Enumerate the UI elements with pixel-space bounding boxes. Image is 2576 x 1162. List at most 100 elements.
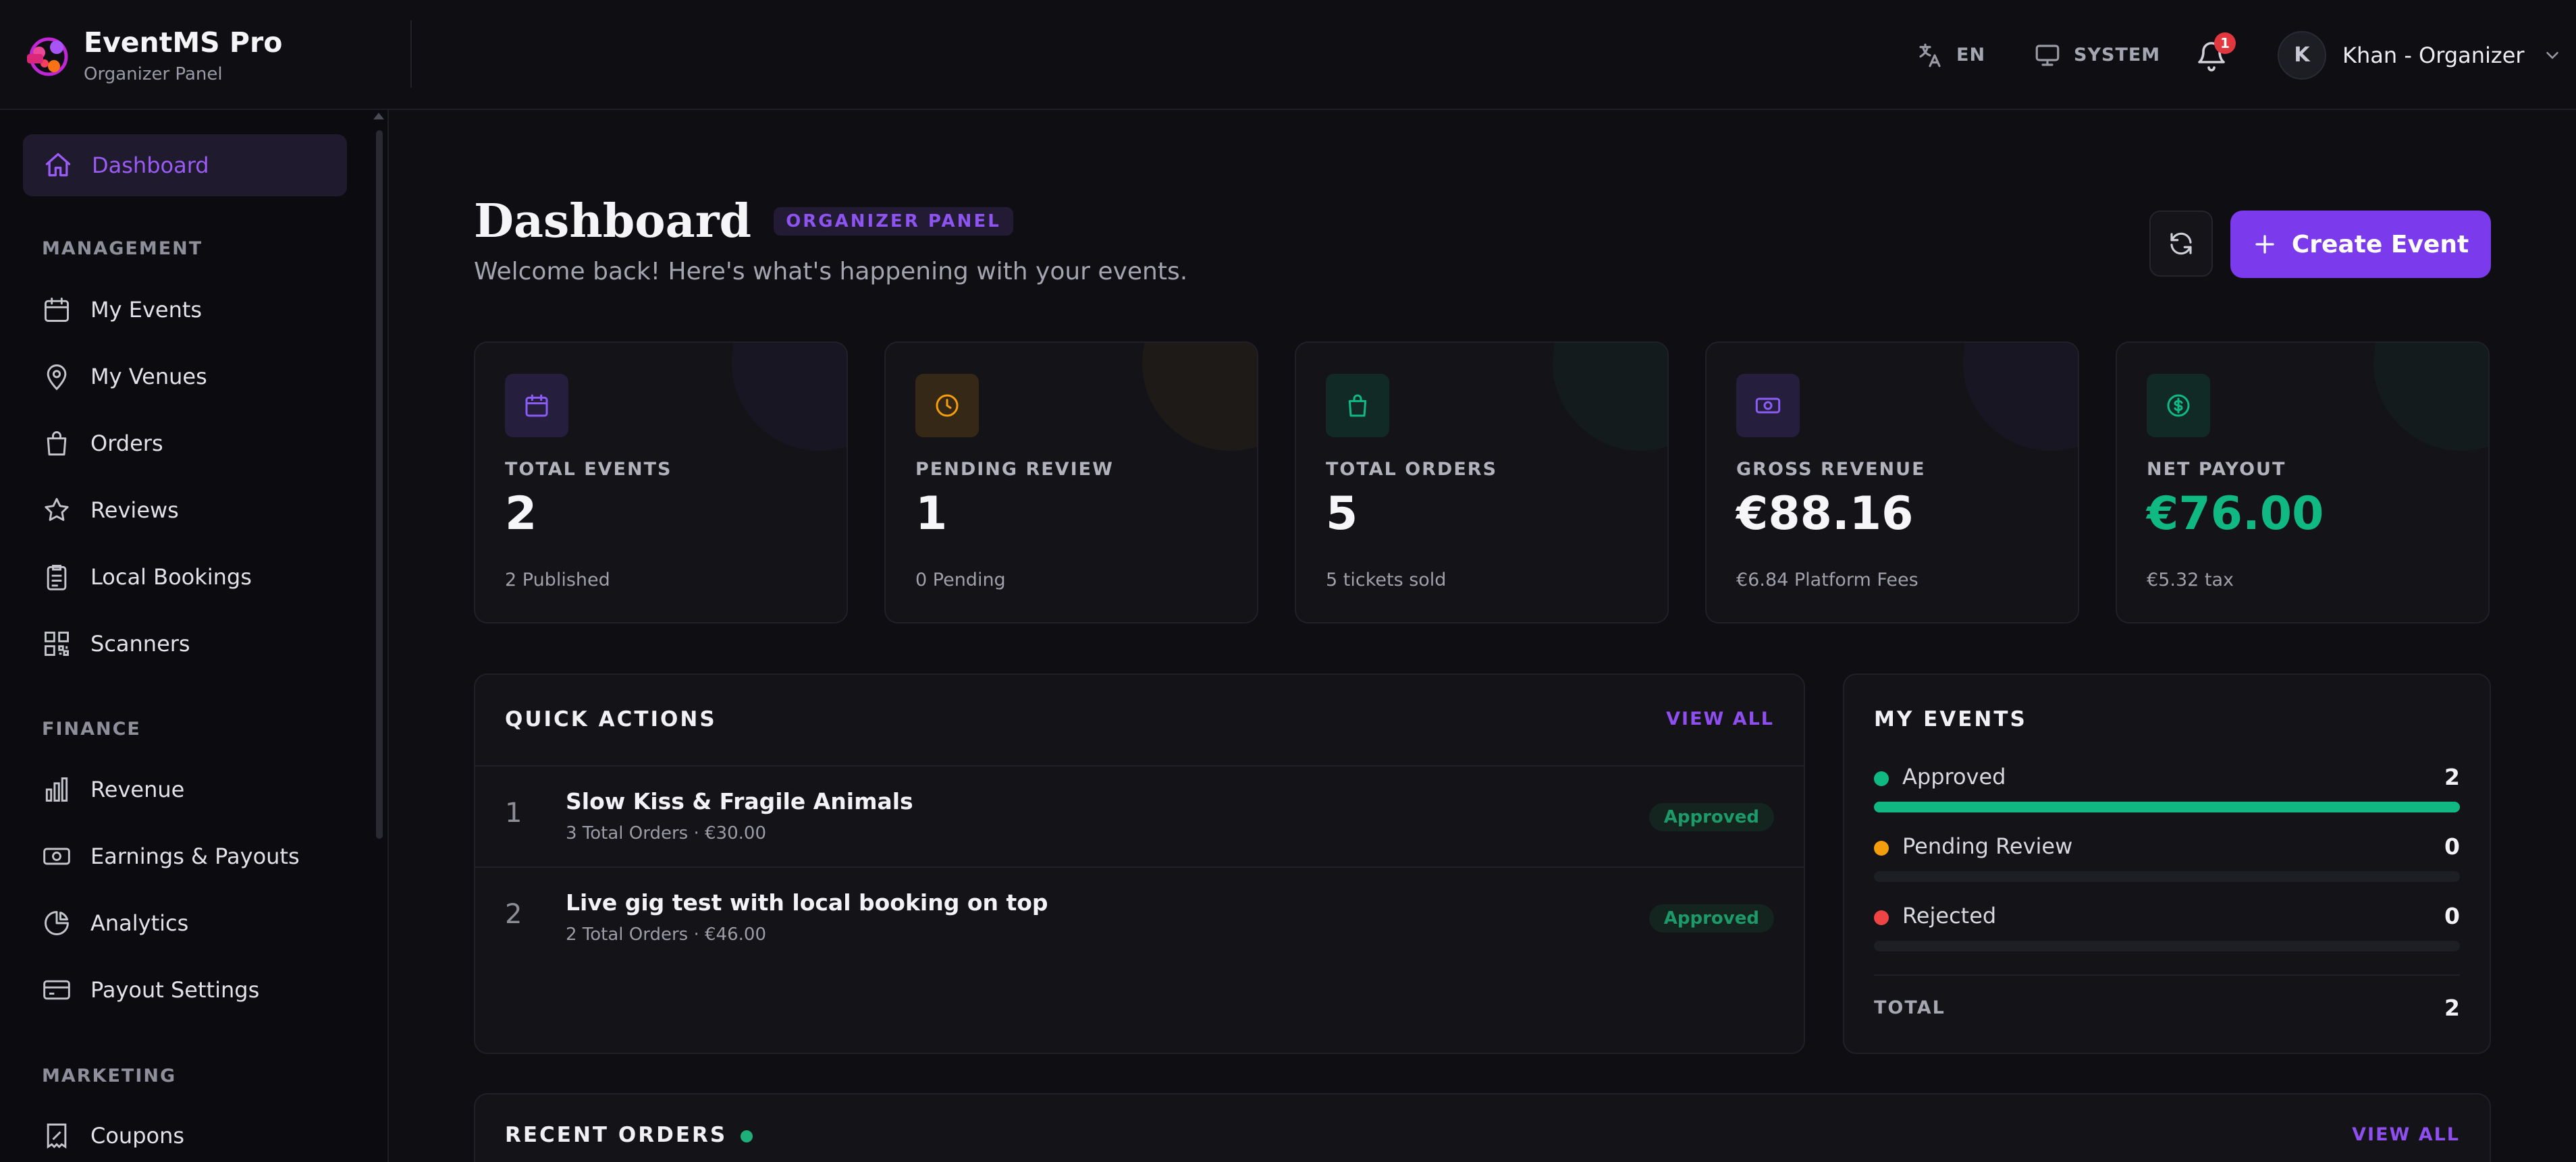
brand[interactable]: EventMS Pro Organizer Panel [24, 26, 282, 86]
status-count: 0 [2444, 833, 2460, 860]
stat-card-total-events[interactable]: TOTAL EVENTS 2 2 Published [474, 341, 848, 624]
app-title: EventMS Pro [84, 26, 283, 59]
credit-card-icon [43, 980, 70, 1000]
avatar: K [2278, 30, 2326, 80]
divider [410, 20, 412, 88]
receipt-icon [47, 1124, 67, 1149]
sidebar-item-revenue[interactable]: Revenue [42, 769, 184, 810]
create-event-button[interactable]: Create Event [2230, 211, 2491, 278]
sidebar-item-analytics[interactable]: Analytics [42, 903, 188, 943]
stat-card-pending-review[interactable]: PENDING REVIEW 1 0 Pending [884, 341, 1258, 624]
stat-icon-box [1326, 374, 1389, 437]
scrollbar-thumb[interactable] [376, 130, 383, 839]
stat-sub: 0 Pending [915, 570, 1006, 590]
sidebar-item-label: Reviews [90, 497, 179, 523]
top-bar: EventMS Pro Organizer Panel EN SYSTEM 1 … [0, 0, 2576, 110]
sidebar-item-my-venues[interactable]: My Venues [42, 356, 207, 397]
my-events-panel: MY EVENTS Approved 2 Pending Review 0 Re… [1843, 673, 2491, 1054]
stat-value: €76.00 [2147, 487, 2324, 541]
refresh-icon [2170, 232, 2192, 255]
user-name: Khan - Organizer [2342, 42, 2525, 68]
status-dot [1874, 841, 1889, 856]
stat-card-net-payout[interactable]: NET PAYOUT €76.00 €5.32 tax [2116, 341, 2490, 624]
view-all-link[interactable]: VIEW ALL [1666, 709, 1774, 729]
card-decoration [732, 343, 847, 451]
sidebar-item-my-events[interactable]: My Events [42, 289, 202, 330]
sidebar-item-label: Revenue [90, 777, 185, 802]
stat-label: GROSS REVENUE [1736, 459, 1926, 480]
event-title: Slow Kiss & Fragile Animals [566, 788, 913, 814]
status-row-approved[interactable]: Approved 2 [1874, 764, 2460, 818]
status-badge: Approved [1648, 904, 1774, 933]
sidebar-item-coupons[interactable]: Coupons [42, 1115, 184, 1156]
sidebar-item-label: Scanners [90, 631, 190, 657]
sidebar-item-label: Local Bookings [90, 564, 252, 590]
panel-title: RECENT ORDERS [505, 1123, 728, 1147]
sidebar-item-dashboard[interactable]: Dashboard [23, 134, 347, 196]
stat-card-total-orders[interactable]: TOTAL ORDERS 5 5 tickets sold [1295, 341, 1669, 624]
monitor-icon [2035, 44, 2060, 66]
sidebar-item-orders[interactable]: Orders [42, 423, 163, 464]
sidebar-item-label: Coupons [90, 1123, 185, 1149]
user-menu[interactable]: K Khan - Organizer [2278, 0, 2562, 110]
divider [475, 765, 1804, 767]
stat-value: €88.16 [1736, 487, 1914, 541]
stat-value: 1 [915, 487, 948, 541]
panel-title: QUICK ACTIONS [505, 707, 717, 731]
stat-card-gross-revenue[interactable]: GROSS REVENUE €88.16 €6.84 Platform Fees [1705, 341, 2079, 624]
qr-code-icon [45, 632, 69, 656]
status-count: 2 [2444, 764, 2460, 790]
clipboard-icon [47, 565, 67, 590]
total-label: TOTAL [1874, 997, 1946, 1018]
stat-icon-box [2147, 374, 2210, 437]
shopping-bag-icon [47, 431, 67, 455]
refresh-button[interactable] [2149, 211, 2213, 277]
panel-title-wrap: RECENT ORDERS [505, 1123, 753, 1147]
panel-title: MY EVENTS [1874, 707, 2027, 731]
status-row-pending[interactable]: Pending Review 0 [1874, 833, 2460, 887]
notifications-button[interactable]: 1 [2195, 0, 2236, 110]
status-row-rejected[interactable]: Rejected 0 [1874, 903, 2460, 957]
clock-icon [936, 394, 959, 417]
progress-fill [1874, 802, 2460, 812]
sidebar-item-label: Payout Settings [90, 977, 260, 1003]
sidebar-item-reviews[interactable]: Reviews [42, 490, 179, 530]
home-icon [45, 153, 71, 177]
notification-badge: 1 [2214, 32, 2236, 54]
section-management: MANAGEMENT [42, 238, 203, 259]
sidebar-item-local-bookings[interactable]: Local Bookings [42, 557, 252, 597]
calendar-icon [525, 394, 548, 417]
stat-sub: 5 tickets sold [1326, 570, 1447, 590]
status-label: Pending Review [1902, 833, 2073, 859]
status-badge: Approved [1648, 803, 1774, 831]
status-label: Approved [1902, 764, 2006, 790]
sidebar-item-scanners[interactable]: Scanners [42, 624, 190, 664]
stat-icon-box [915, 374, 979, 437]
card-decoration [1142, 343, 1257, 451]
progress-track [1874, 802, 2460, 812]
chevron-down-icon [2546, 51, 2558, 59]
view-all-link[interactable]: VIEW ALL [2352, 1124, 2460, 1145]
sidebar-item-payout-settings[interactable]: Payout Settings [42, 970, 259, 1010]
sidebar-item-label: Analytics [90, 910, 189, 936]
sidebar-item-label: My Events [90, 297, 203, 323]
create-event-label: Create Event [2291, 230, 2469, 258]
pie-chart-icon [45, 911, 69, 935]
sidebar-item-label: Dashboard [92, 153, 209, 178]
stat-icon-box [505, 374, 568, 437]
recent-orders-panel: RECENT ORDERS VIEW ALL [474, 1093, 2491, 1162]
item-number: 1 [505, 798, 522, 829]
status-count: 0 [2444, 903, 2460, 929]
banknote-icon [43, 848, 70, 865]
theme-switcher[interactable]: SYSTEM [2033, 0, 2160, 110]
page-subtitle: Welcome back! Here's what's happening wi… [474, 258, 1188, 285]
stat-label: TOTAL ORDERS [1326, 459, 1498, 480]
status-label: Rejected [1902, 903, 1997, 929]
live-indicator [741, 1130, 753, 1142]
star-icon [45, 498, 69, 521]
scroll-up-arrow[interactable] [373, 113, 384, 119]
stat-label: TOTAL EVENTS [505, 459, 672, 480]
sidebar-item-label: My Venues [90, 364, 207, 389]
sidebar-item-earnings-payouts[interactable]: Earnings & Payouts [42, 836, 300, 877]
language-switcher[interactable]: EN [1916, 0, 1985, 110]
